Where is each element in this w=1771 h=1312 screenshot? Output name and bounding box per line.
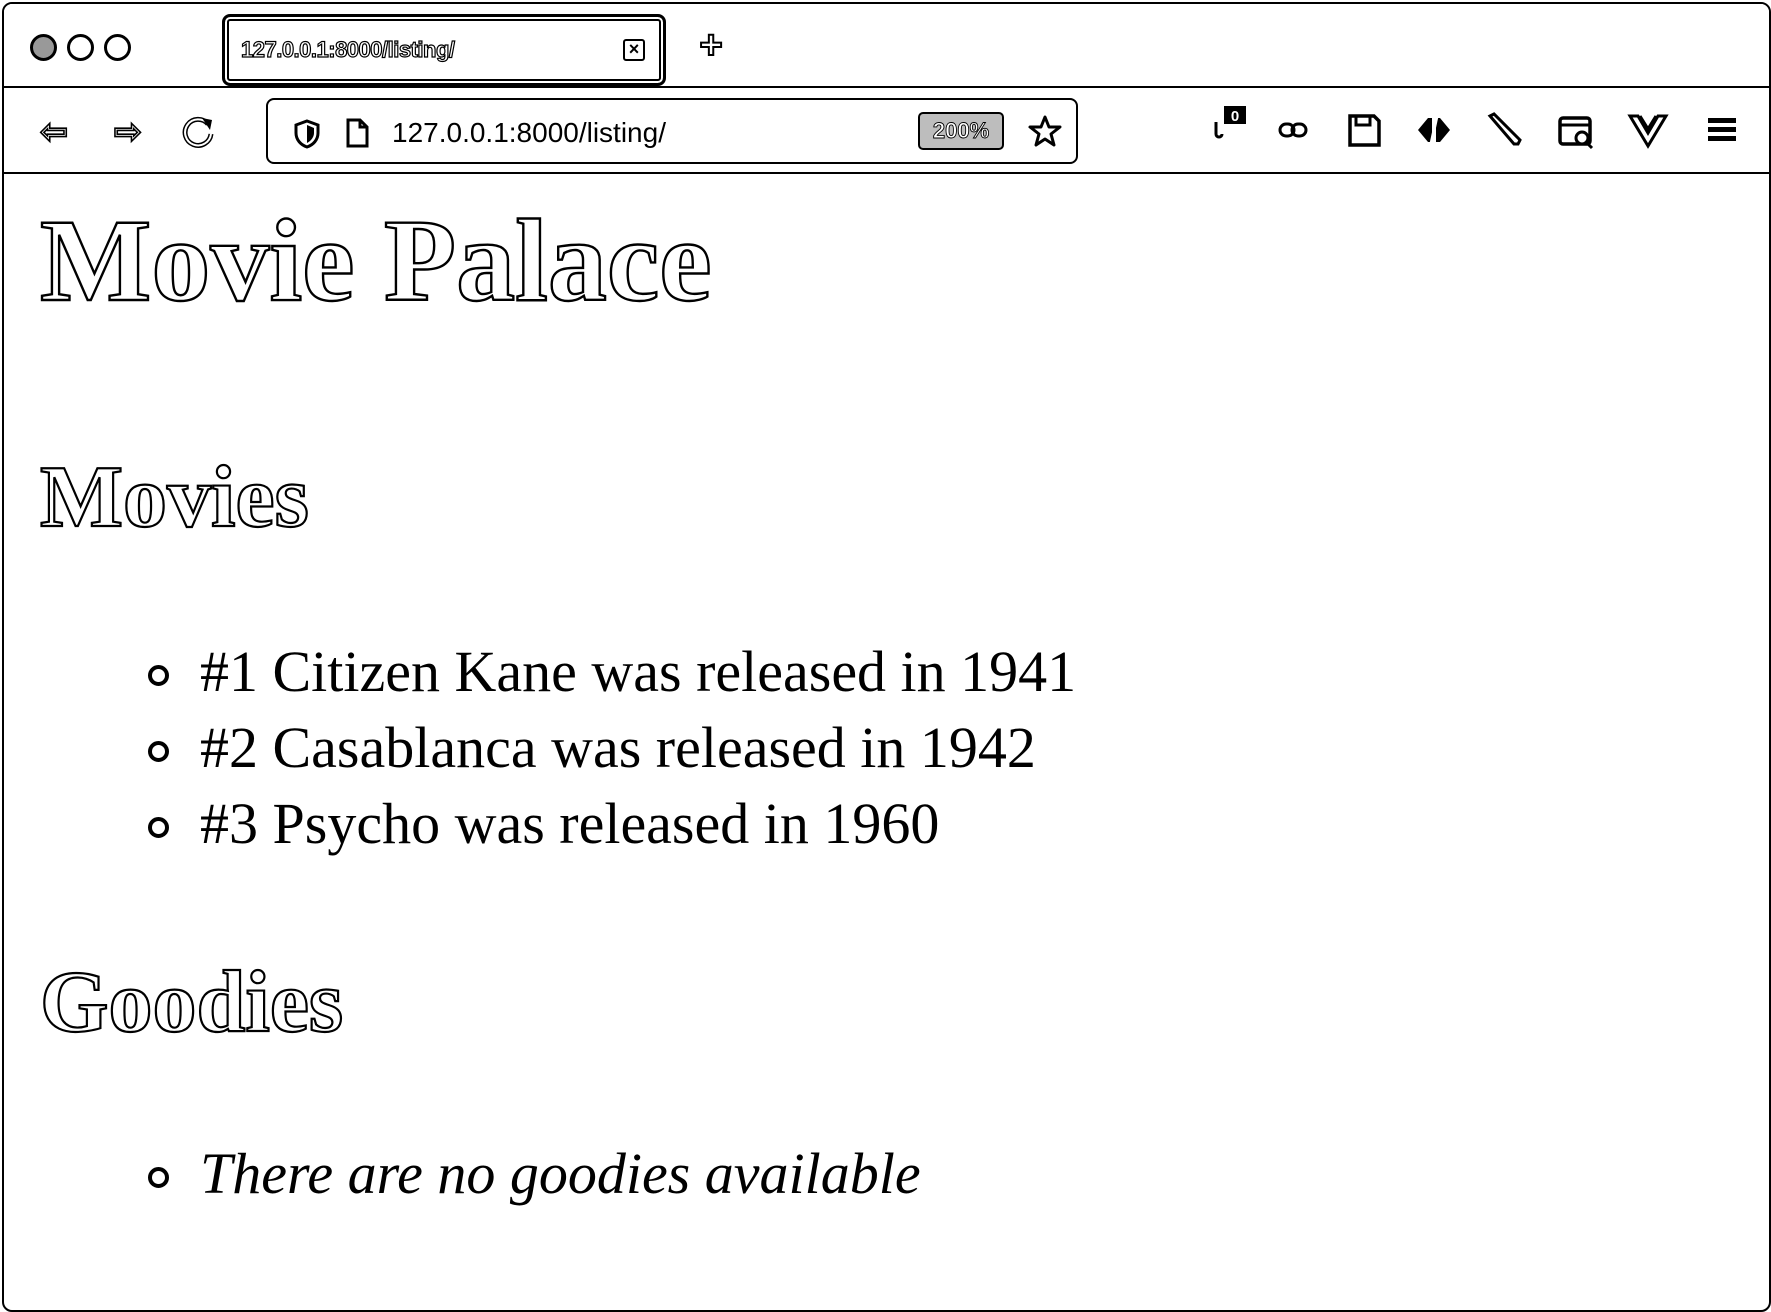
close-window-button[interactable] [30, 34, 57, 61]
bookmark-star-icon[interactable] [1028, 114, 1062, 153]
page-title: Movie Palace [39, 195, 713, 326]
link-icon[interactable] [1272, 108, 1316, 152]
list-item: #2 Casablanca was released in 1942 [144, 710, 1076, 786]
goodies-list: There are no goodies available [144, 1136, 921, 1212]
window-controls [30, 34, 131, 61]
goodies-heading: Goodies [39, 954, 344, 1051]
zoom-level-badge[interactable]: 200% [918, 112, 1004, 150]
movies-heading: Movies [39, 449, 310, 546]
navigation-bar: ⇦ ⇨ 127.0.0.1:8000/listing/ 200% 0 [4, 88, 1769, 174]
tab-title: 127.0.0.1:8000/listing/ [240, 36, 455, 62]
reload-button[interactable] [178, 112, 218, 152]
minimize-window-button[interactable] [67, 34, 94, 61]
list-item: There are no goodies available [144, 1136, 921, 1212]
page-content: Movie Palace Movies #1 Citizen Kane was … [4, 174, 1769, 1310]
menu-icon[interactable] [1700, 108, 1744, 152]
save-icon[interactable] [1342, 108, 1386, 152]
browser-window: 127.0.0.1:8000/listing/ × + ⇦ ⇨ 127.0.0.… [2, 2, 1771, 1312]
active-tab[interactable]: 127.0.0.1:8000/listing/ × [222, 14, 666, 86]
extension-badge-count: 0 [1231, 108, 1239, 125]
url-text[interactable]: 127.0.0.1:8000/listing/ [392, 117, 666, 149]
list-item: #3 Psycho was released in 1960 [144, 786, 1076, 862]
maximize-window-button[interactable] [104, 34, 131, 61]
back-button[interactable]: ⇦ [34, 111, 74, 153]
forward-button[interactable]: ⇨ [108, 111, 148, 153]
page-icon [344, 117, 370, 154]
tab-close-icon[interactable]: × [623, 39, 645, 61]
reload-icon [182, 116, 214, 148]
vue-icon[interactable] [1626, 108, 1670, 152]
pencil-icon[interactable] [1482, 108, 1526, 152]
movies-list: #1 Citizen Kane was released in 1941 #2 … [144, 634, 1076, 862]
code-icon[interactable] [1412, 108, 1456, 152]
screenshot-icon[interactable] [1554, 108, 1598, 152]
extension-counter-icon[interactable]: 0 [1206, 100, 1250, 144]
tab-bar: 127.0.0.1:8000/listing/ × + [4, 4, 1769, 88]
new-tab-button[interactable]: + [694, 24, 728, 66]
list-item: #1 Citizen Kane was released in 1941 [144, 634, 1076, 710]
shield-icon[interactable] [292, 118, 322, 155]
address-bar[interactable]: 127.0.0.1:8000/listing/ 200% [266, 98, 1078, 164]
